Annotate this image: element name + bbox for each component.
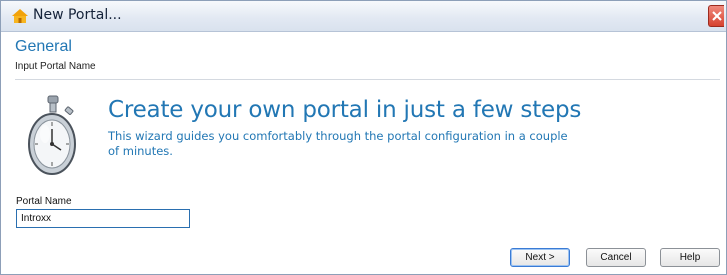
title-bar[interactable]: New Portal...	[1, 1, 726, 32]
header-divider	[15, 79, 720, 80]
close-button[interactable]	[708, 5, 724, 27]
section-subtitle: Input Portal Name	[15, 61, 96, 72]
window-title: New Portal...	[33, 7, 122, 23]
wizard-headline: Create your own portal in just a few ste…	[108, 97, 582, 123]
help-button[interactable]: Help	[660, 248, 720, 267]
wizard-description: This wizard guides you comfortably throu…	[108, 129, 568, 158]
close-icon	[712, 11, 722, 21]
wizard-window: New Portal... General Input Portal Name	[0, 0, 727, 275]
cancel-button[interactable]: Cancel	[586, 248, 646, 267]
portal-name-label: Portal Name	[16, 196, 72, 207]
portal-name-input[interactable]	[16, 209, 190, 228]
portal-icon	[11, 8, 29, 24]
stopwatch-icon	[23, 94, 81, 184]
section-title: General	[15, 38, 72, 55]
next-button[interactable]: Next >	[510, 248, 570, 267]
